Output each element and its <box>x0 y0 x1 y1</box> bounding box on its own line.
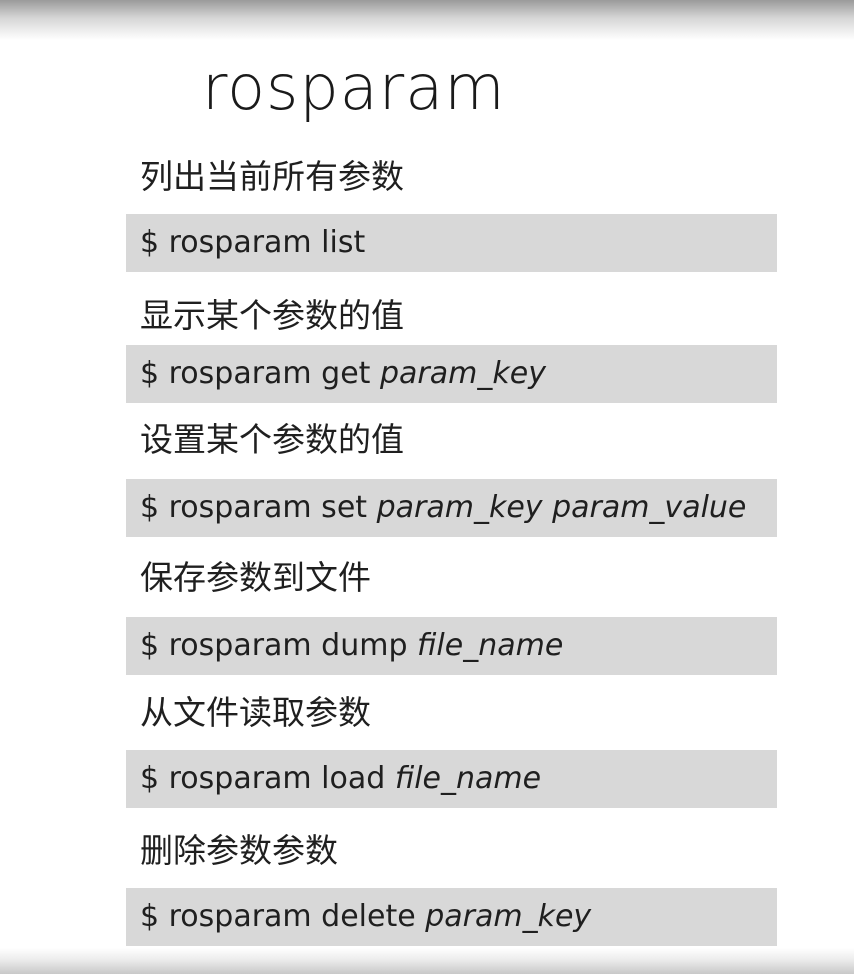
bottom-shadow <box>0 948 854 974</box>
command-box-get: $ rosparam get param_key <box>126 345 777 403</box>
command-text: $ rosparam dump <box>140 628 418 663</box>
command-text: $ rosparam list <box>140 225 366 260</box>
command-box-dump: $ rosparam dump file_name <box>126 617 777 675</box>
top-shadow <box>0 0 854 40</box>
command-args: param_key param_value <box>376 490 747 525</box>
command-text: $ rosparam set <box>140 490 377 525</box>
label-load-params: 从文件读取参数 <box>140 693 371 732</box>
page-title: rosparam <box>202 51 506 124</box>
command-args: file_name <box>394 761 542 796</box>
command-box-list: $ rosparam list <box>126 214 777 272</box>
command-box-set: $ rosparam set param_key param_value <box>126 479 777 537</box>
command-box-delete: $ rosparam delete param_key <box>126 888 777 946</box>
label-dump-params: 保存参数到文件 <box>140 558 371 597</box>
command-text: $ rosparam delete <box>140 899 426 934</box>
command-args: param_key <box>425 899 592 934</box>
command-text: $ rosparam load <box>140 761 395 796</box>
command-args: param_key <box>380 356 546 391</box>
label-set-param: 设置某个参数的值 <box>140 420 404 459</box>
command-box-load: $ rosparam load file_name <box>126 750 777 808</box>
label-get-param: 显示某个参数的值 <box>140 296 404 335</box>
label-list-params: 列出当前所有参数 <box>140 157 404 196</box>
command-text: $ rosparam get <box>140 356 380 391</box>
label-delete-param: 删除参数参数 <box>140 831 338 870</box>
command-args: file_name <box>417 628 564 663</box>
